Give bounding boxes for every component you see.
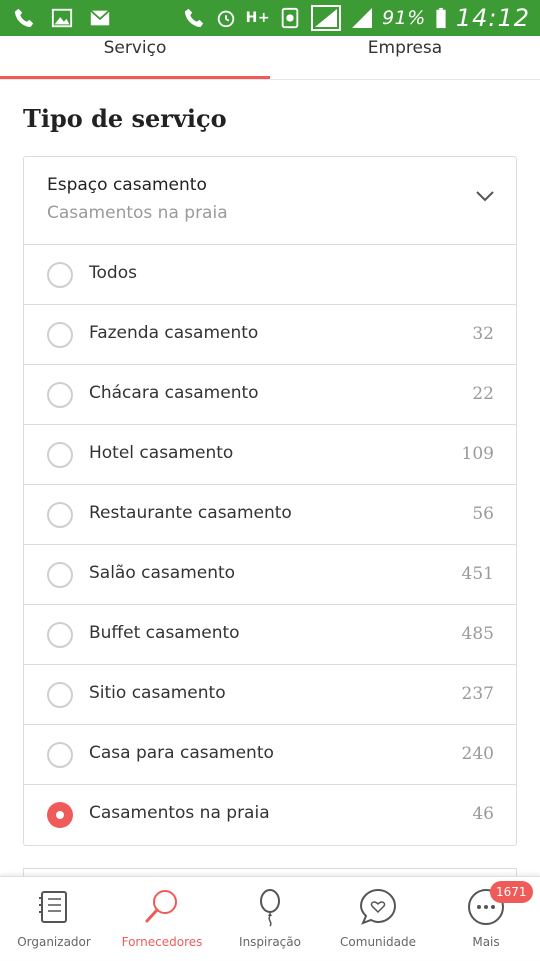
filter-dropdown-header[interactable]: Espaço casamento Casamentos na praia xyxy=(24,157,516,245)
option-label: Todos xyxy=(89,263,137,283)
radio-button[interactable] xyxy=(47,382,73,408)
option-label: Fazenda casamento xyxy=(89,323,259,343)
option-count: 46 xyxy=(472,804,494,824)
mail-icon xyxy=(88,6,112,30)
option-count: 451 xyxy=(461,564,494,584)
option-row[interactable]: Fazenda casamento 32 xyxy=(24,305,516,365)
option-count: 240 xyxy=(461,744,494,764)
option-label: Buffet casamento xyxy=(89,623,240,643)
option-count: 22 xyxy=(472,384,494,404)
option-row[interactable]: Casa para casamento 240 xyxy=(24,725,516,785)
tab-active-indicator xyxy=(0,76,270,79)
tab-servico[interactable]: Serviço xyxy=(0,36,270,80)
option-count: 485 xyxy=(461,624,494,644)
network-type: H+ xyxy=(245,10,271,26)
battery-icon xyxy=(434,6,448,30)
radio-button-selected[interactable] xyxy=(47,802,73,828)
option-label: Restaurante casamento xyxy=(89,503,292,523)
image-icon xyxy=(50,6,74,30)
bottom-nav: Organizador Fornecedores Inspiração Comu… xyxy=(0,876,540,960)
option-row[interactable]: Sitio casamento 237 xyxy=(24,665,516,725)
option-row[interactable]: Hotel casamento 109 xyxy=(24,425,516,485)
radio-button[interactable] xyxy=(47,262,73,288)
option-row[interactable]: Chácara casamento 22 xyxy=(24,365,516,425)
balloon-icon xyxy=(260,889,280,927)
service-filter-card: Espaço casamento Casamentos na praia Tod… xyxy=(23,156,517,846)
option-row[interactable]: Buffet casamento 485 xyxy=(24,605,516,665)
radio-button[interactable] xyxy=(47,322,73,348)
nav-label: Organizador xyxy=(17,935,91,949)
option-row[interactable]: Salão casamento 451 xyxy=(24,545,516,605)
radio-button[interactable] xyxy=(47,622,73,648)
radio-button[interactable] xyxy=(47,562,73,588)
radio-button[interactable] xyxy=(47,442,73,468)
signal-2-icon xyxy=(350,6,374,30)
nav-label: Inspiração xyxy=(239,935,301,949)
option-row[interactable]: Todos xyxy=(24,245,516,305)
option-label: Hotel casamento xyxy=(89,443,234,463)
planner-icon xyxy=(39,891,67,923)
option-label: Sitio casamento xyxy=(89,683,226,703)
nav-comunidade[interactable]: Comunidade xyxy=(324,877,432,961)
battery-level: 91% xyxy=(382,7,426,29)
status-bar: H+ 91% 14:12 xyxy=(0,0,540,36)
radio-button[interactable] xyxy=(47,742,73,768)
option-count: 237 xyxy=(461,684,494,704)
nav-fornecedores[interactable]: Fornecedores xyxy=(108,877,216,961)
data-icon xyxy=(278,6,302,30)
nav-mais[interactable]: 1671 Mais xyxy=(432,877,540,961)
nav-label: Mais xyxy=(472,935,500,949)
phone-icon xyxy=(12,6,36,30)
filter-selected-value: Casamentos na praia xyxy=(47,203,228,223)
option-row[interactable]: Restaurante casamento 56 xyxy=(24,485,516,545)
tab-empresa[interactable]: Empresa xyxy=(270,36,540,80)
option-label: Chácara casamento xyxy=(89,383,259,403)
search-icon xyxy=(145,890,177,923)
radio-button[interactable] xyxy=(47,502,73,528)
tab-bar: Serviço Empresa xyxy=(0,36,540,80)
option-label: Salão casamento xyxy=(89,563,236,583)
call-icon xyxy=(182,6,206,30)
nav-label: Comunidade xyxy=(340,935,416,949)
filter-title: Espaço casamento xyxy=(47,175,207,195)
alarm-icon xyxy=(214,6,238,30)
option-label: Casamentos na praia xyxy=(89,803,270,823)
nav-inspiracao[interactable]: Inspiração xyxy=(216,877,324,961)
chat-heart-icon xyxy=(359,888,397,925)
option-row[interactable]: Casamentos na praia 46 xyxy=(24,785,516,845)
option-label: Casa para casamento xyxy=(89,743,274,763)
chevron-down-icon[interactable] xyxy=(474,185,496,207)
option-count: 56 xyxy=(472,504,494,524)
section-title: Tipo de serviço xyxy=(23,104,227,133)
nav-organizador[interactable]: Organizador xyxy=(0,877,108,961)
clock: 14:12 xyxy=(455,4,530,32)
signal-icon xyxy=(310,5,342,31)
nav-label: Fornecedores xyxy=(121,935,203,949)
notification-badge: 1671 xyxy=(490,881,533,903)
option-count: 32 xyxy=(472,324,494,344)
option-count: 109 xyxy=(461,444,494,464)
radio-button[interactable] xyxy=(47,682,73,708)
